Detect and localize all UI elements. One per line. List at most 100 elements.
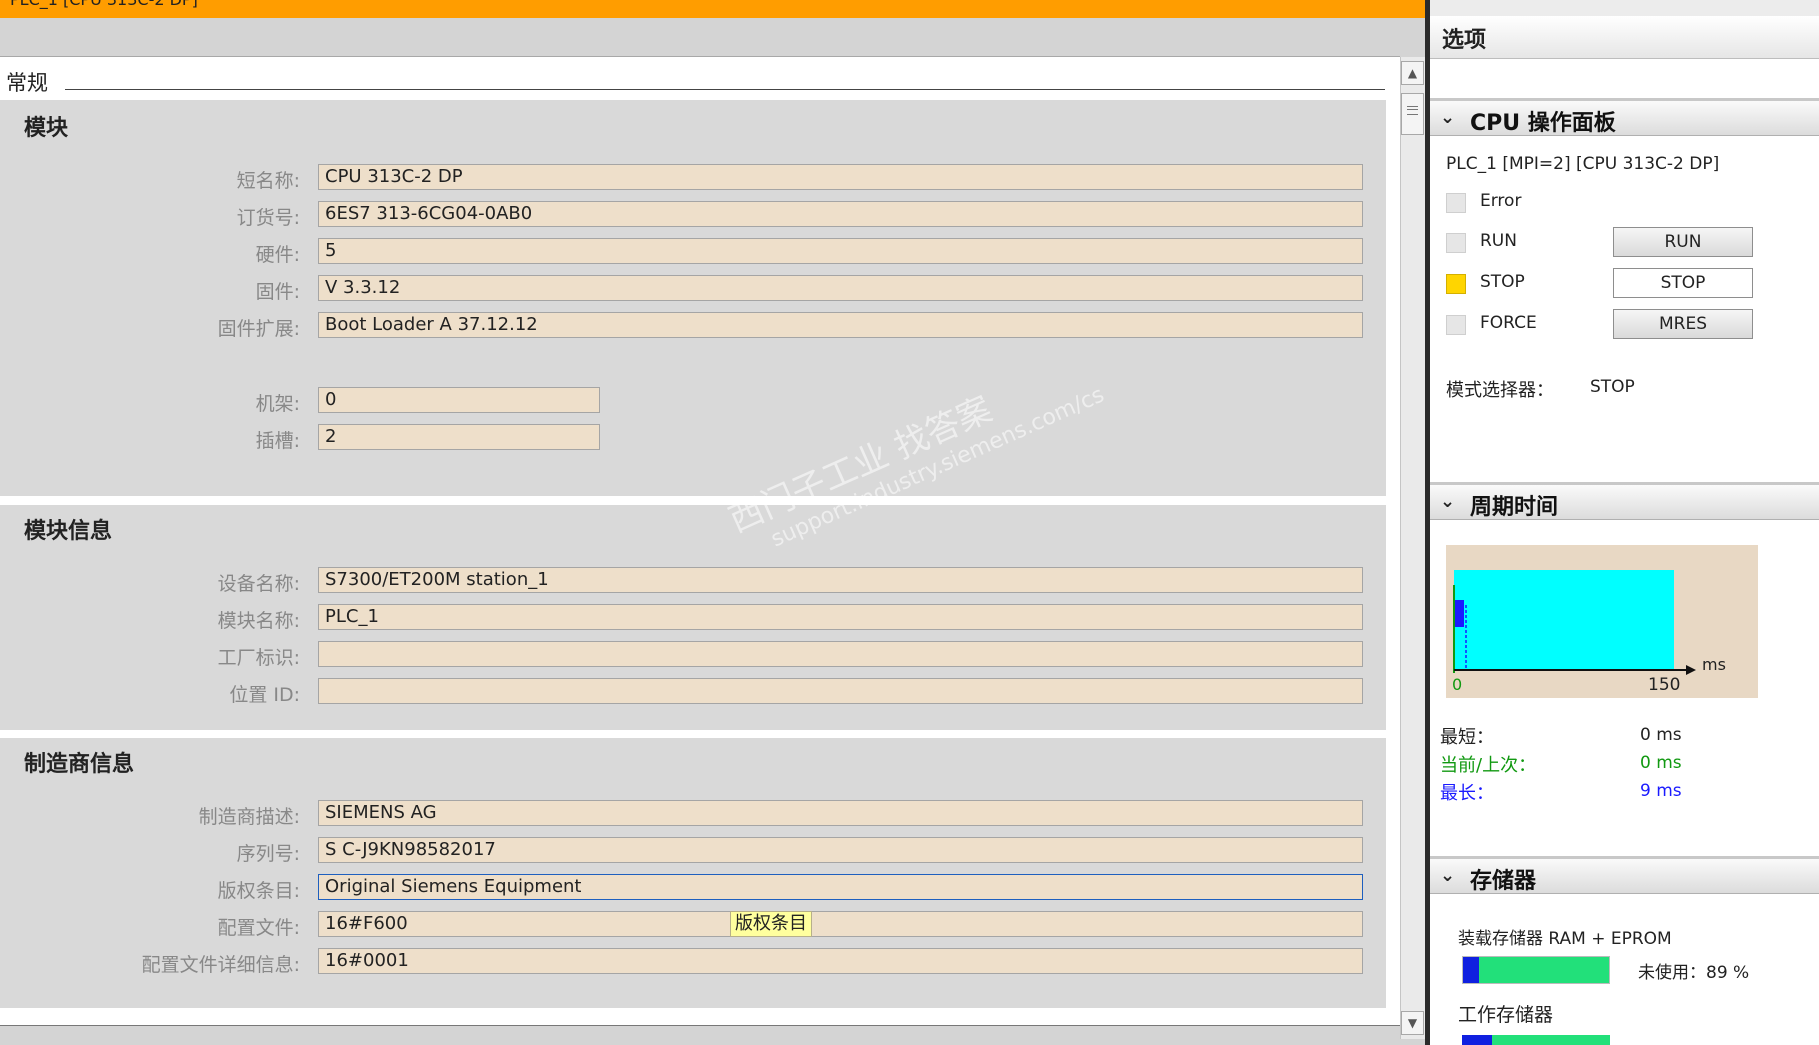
scroll-thumb-grip-line	[1407, 112, 1418, 115]
chevron-down-icon[interactable]: ⌄	[1440, 865, 1455, 886]
field-label: 固件扩展:	[217, 318, 300, 340]
slot-field[interactable]: 2	[318, 424, 600, 450]
field-label: 配置文件详细信息:	[141, 954, 300, 976]
led-label: FORCE	[1480, 313, 1537, 333]
profile-field[interactable]: 16#F600	[318, 911, 1363, 937]
longest-label: 最长：	[1440, 783, 1494, 804]
order-number-field[interactable]: 6ES7 313-6CG04-0AB0	[318, 201, 1363, 227]
section-module: 模块 短名称: CPU 313C-2 DP 订货号: 6ES7 313-6CG0…	[0, 100, 1386, 496]
properties-content: 常规 模块 短名称: CPU 313C-2 DP 订货号: 6ES7 313-6…	[0, 57, 1400, 1025]
bottom-edge	[0, 1025, 1400, 1045]
cycle-band	[1454, 570, 1674, 670]
tooltip: 版权条目	[730, 911, 812, 937]
memory-header[interactable]: ⌄ 存储器	[1430, 856, 1819, 894]
axis-max-label: 150	[1648, 675, 1681, 695]
location-id-field[interactable]	[318, 678, 1363, 704]
x-axis-arrow-icon	[1686, 665, 1696, 675]
load-memory-bar	[1462, 956, 1610, 984]
cpu-panel-title: CPU 操作面板	[1470, 111, 1616, 136]
cycle-time-chart-svg	[1453, 570, 1696, 675]
stop-led	[1446, 274, 1466, 294]
scroll-thumb-grip-icon	[1407, 106, 1418, 110]
work-memory-bar	[1462, 1035, 1610, 1045]
field-label: 订货号:	[236, 207, 300, 229]
options-top-strip	[1430, 0, 1819, 16]
field-label: 版权条目:	[217, 880, 300, 902]
plant-designation-field[interactable]	[318, 641, 1363, 667]
manufacturer-description-field[interactable]: SIEMENS AG	[318, 800, 1363, 826]
rack-field[interactable]: 0	[318, 387, 600, 413]
chevron-down-icon[interactable]: ⌄	[1440, 491, 1455, 512]
profile-details-field[interactable]: 16#0001	[318, 948, 1363, 974]
firmware-extension-field[interactable]: Boot Loader A 37.12.12	[318, 312, 1363, 338]
stop-button[interactable]: STOP	[1613, 268, 1753, 298]
field-label: 制造商描述:	[198, 806, 300, 828]
current-value: 0 ms	[1640, 753, 1682, 773]
field-label: 硬件:	[255, 244, 300, 266]
longest-marker	[1454, 600, 1464, 627]
field-label: 序列号:	[236, 843, 300, 865]
module-name-field[interactable]: PLC_1	[318, 604, 1363, 630]
field-label: 模块名称:	[217, 610, 300, 632]
firmware-field[interactable]: V 3.3.12	[318, 275, 1363, 301]
title-bar-text: PLC_1 [CPU 313C-2 DP]	[10, 0, 198, 9]
serial-number-field[interactable]: S C-J9KN98582017	[318, 837, 1363, 863]
longest-value: 9 ms	[1640, 781, 1682, 801]
work-memory-label: 工作存储器	[1458, 1004, 1554, 1026]
cpu-device-label: PLC_1 [MPI=2] [CPU 313C-2 DP]	[1446, 154, 1720, 174]
led-label: Error	[1480, 191, 1522, 211]
led-label: RUN	[1480, 231, 1517, 251]
section-manufacturer: 制造商信息 制造商描述: SIEMENS AG 序列号: S C-J9KN985…	[0, 738, 1386, 1008]
work-memory-used	[1462, 1035, 1492, 1045]
copyright-entry-field[interactable]: Original Siemens Equipment	[318, 874, 1363, 900]
tab-underline	[65, 89, 1385, 90]
properties-pane: PLC_1 [CPU 313C-2 DP] 常规 模块 短名称: CPU 313…	[0, 0, 1425, 1045]
scroll-thumb[interactable]	[1401, 93, 1424, 135]
load-memory-label: 装载存储器 RAM + EPROM	[1458, 929, 1672, 949]
current-label: 当前/上次：	[1440, 755, 1537, 776]
options-title: 选项	[1442, 28, 1487, 53]
short-name-field[interactable]: CPU 313C-2 DP	[318, 164, 1363, 190]
error-led	[1446, 193, 1466, 213]
scroll-up-arrow-icon[interactable]: ▲	[1401, 61, 1424, 85]
mres-button[interactable]: MRES	[1613, 309, 1753, 339]
section-title: 模块信息	[24, 519, 113, 544]
section-module-info: 模块信息 设备名称: S7300/ET200M station_1 模块名称: …	[0, 505, 1386, 730]
run-button[interactable]: RUN	[1613, 227, 1753, 257]
axis-min-label: 0	[1452, 675, 1463, 694]
device-name-field[interactable]: S7300/ET200M station_1	[318, 567, 1363, 593]
load-memory-free: 未使用：89 %	[1638, 963, 1750, 983]
field-label: 固件:	[255, 281, 300, 303]
shortest-value: 0 ms	[1640, 725, 1682, 745]
field-label: 设备名称:	[217, 573, 300, 595]
field-label: 位置 ID:	[229, 684, 300, 706]
shortest-label: 最短：	[1440, 727, 1494, 748]
cycle-time-chart: 0 150 ms	[1446, 545, 1758, 698]
force-led	[1446, 315, 1466, 335]
section-title: 制造商信息	[24, 752, 135, 777]
title-bar: PLC_1 [CPU 313C-2 DP]	[0, 0, 1425, 18]
scroll-down-arrow-icon[interactable]: ▼	[1401, 1011, 1424, 1035]
section-title: 模块	[24, 116, 69, 141]
cpu-panel-header[interactable]: ⌄ CPU 操作面板	[1430, 98, 1819, 136]
hardware-field[interactable]: 5	[318, 238, 1363, 264]
run-led	[1446, 233, 1466, 253]
cycle-time-header[interactable]: ⌄ 周期时间	[1430, 482, 1819, 520]
cycle-time-title: 周期时间	[1470, 495, 1559, 520]
tab-general[interactable]: 常规	[6, 67, 48, 97]
led-label: STOP	[1480, 272, 1525, 292]
mode-selector-label: 模式选择器：	[1446, 380, 1554, 401]
mode-selector-value: STOP	[1590, 377, 1635, 397]
field-label: 工厂标识:	[217, 647, 300, 669]
toolbar-strip	[0, 18, 1400, 57]
options-header: 选项	[1430, 16, 1819, 59]
slot-label: 插槽:	[255, 430, 300, 452]
chevron-down-icon[interactable]: ⌄	[1440, 107, 1455, 128]
load-memory-used	[1463, 957, 1480, 983]
rack-label: 机架:	[255, 393, 300, 415]
field-label: 配置文件:	[217, 917, 300, 939]
axis-unit-label: ms	[1702, 655, 1726, 674]
vertical-scrollbar[interactable]	[1400, 57, 1425, 1039]
memory-title: 存储器	[1470, 869, 1537, 894]
field-label: 短名称:	[236, 170, 300, 192]
